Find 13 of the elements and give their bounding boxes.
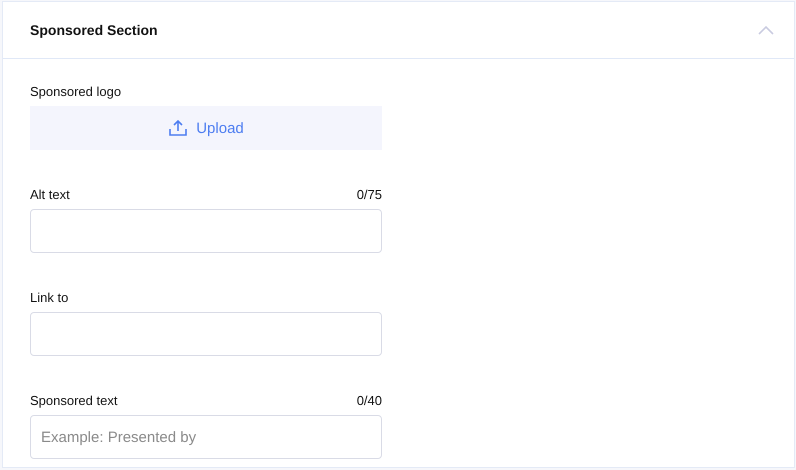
upload-icon	[168, 118, 188, 138]
field-label: Alt text	[30, 188, 70, 202]
upload-button[interactable]: Upload	[30, 106, 382, 150]
character-counter: 0/75	[356, 188, 382, 202]
text-field[interactable]	[30, 312, 382, 356]
section-title: Sponsored Section	[30, 22, 158, 38]
field-label: Link to	[30, 291, 68, 305]
chevron-up-icon[interactable]	[758, 26, 774, 34]
text-field[interactable]	[30, 209, 382, 253]
text-field[interactable]: Example: Presented by	[30, 415, 382, 459]
field-label: Sponsored text	[30, 394, 118, 408]
field-label: Sponsored logo	[30, 85, 122, 99]
character-counter: 0/40	[356, 394, 382, 408]
